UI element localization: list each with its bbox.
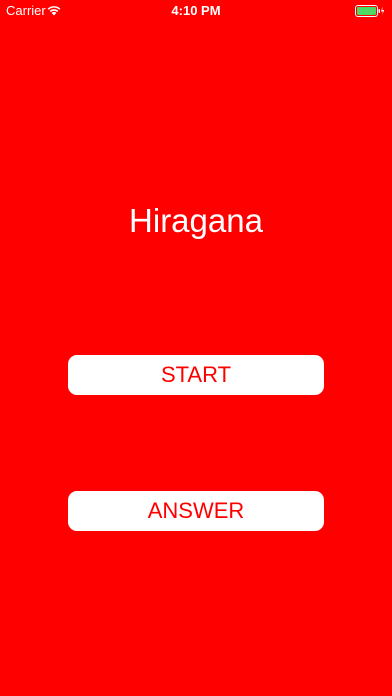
start-button[interactable]: START: [68, 355, 324, 395]
status-time: 4:10 PM: [171, 3, 221, 18]
battery-icon: [355, 5, 385, 17]
answer-button[interactable]: ANSWER: [68, 491, 324, 531]
status-bar: Carrier 4:10 PM: [0, 0, 392, 22]
app-screen: Carrier 4:10 PM Hiragana START ANSWER: [0, 0, 392, 696]
page-title: Hiragana: [129, 202, 263, 239]
